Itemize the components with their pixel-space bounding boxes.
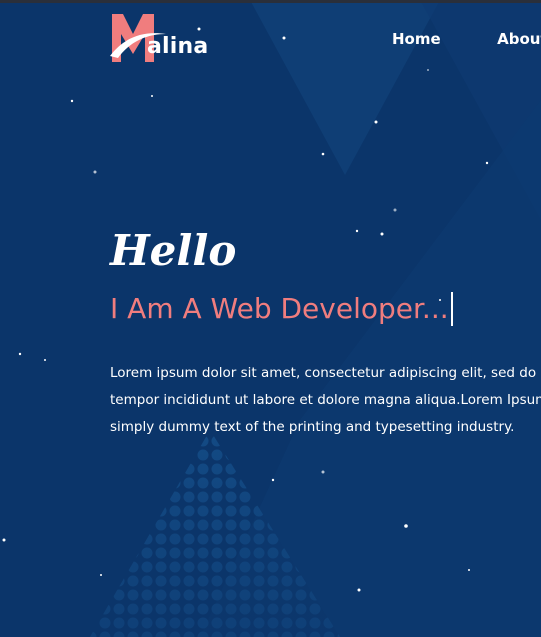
hero-greeting: Hello: [110, 226, 237, 275]
site-header: alina Home About: [0, 0, 541, 80]
hero-headline: I Am A Web Developer...: [110, 291, 541, 326]
site-logo[interactable]: alina: [110, 12, 220, 66]
hero-description: Lorem ipsum dolor sit amet, consectetur …: [110, 360, 541, 441]
nav-link-home[interactable]: Home: [392, 30, 441, 48]
typing-cursor-icon: [450, 291, 453, 326]
hero-description-line: Lorem ipsum dolor sit amet, consectetur …: [110, 364, 541, 381]
hero-description-line: tempor incididunt ut labore et dolore ma…: [110, 391, 541, 408]
main-nav: Home About: [392, 30, 541, 49]
hero-headline-text: I Am A Web Developer...: [110, 292, 449, 325]
nav-link-about[interactable]: About: [497, 30, 541, 48]
hero-description-line: simply dummy text of the printing and ty…: [110, 418, 515, 435]
hero-section: Hello I Am A Web Developer... Lorem ipsu…: [110, 225, 541, 441]
window-top-border: [0, 0, 541, 3]
logo-text: alina: [147, 34, 209, 59]
